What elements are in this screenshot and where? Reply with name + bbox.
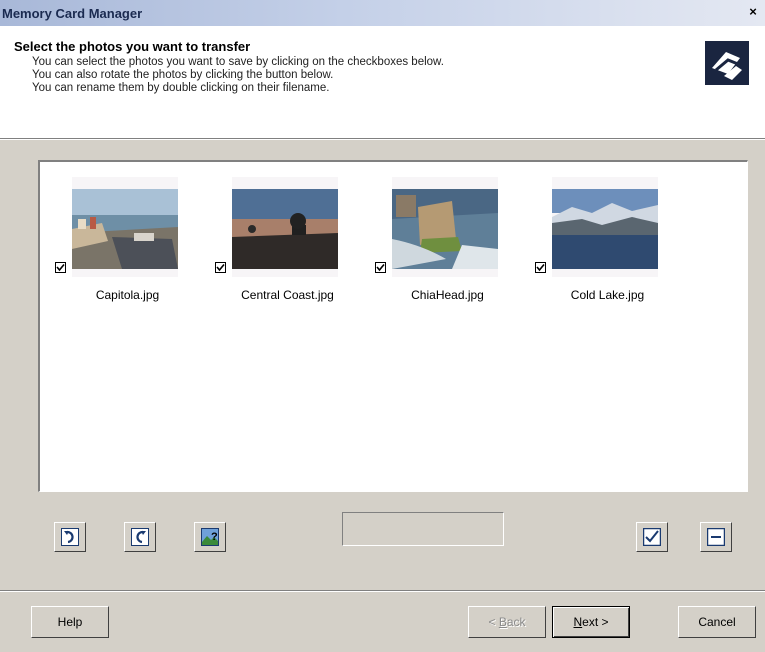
header-instruction-3: You can rename them by double clicking o… xyxy=(32,82,330,94)
photo-item[interactable]: Cold Lake.jpg xyxy=(520,172,670,312)
camera-transfer-icon xyxy=(704,40,750,86)
photo-list[interactable]: Capitola.jpg Central Coast.jpg ChiaHead.… xyxy=(38,160,748,492)
progress-box xyxy=(342,512,504,546)
photo-item[interactable]: Capitola.jpg xyxy=(40,172,190,312)
image-help-icon: ? xyxy=(201,528,219,546)
select-all-button[interactable] xyxy=(636,522,668,552)
photo-filename[interactable]: ChiaHead.jpg xyxy=(360,288,535,302)
photo-thumbnail[interactable] xyxy=(392,177,498,277)
photo-filename[interactable]: Central Coast.jpg xyxy=(200,288,375,302)
checkbox-minus-icon xyxy=(706,527,726,547)
rotate-right-button[interactable] xyxy=(124,522,156,552)
header-title: Select the photos you want to transfer xyxy=(14,39,251,54)
back-button[interactable]: < Back xyxy=(468,606,546,638)
photo-info-button[interactable]: ? xyxy=(194,522,226,552)
help-button[interactable]: Help xyxy=(31,606,109,638)
photo-thumbnail[interactable] xyxy=(232,177,338,277)
title-bar: Memory Card Manager × xyxy=(0,0,765,26)
svg-text:?: ? xyxy=(211,531,218,543)
header-instruction-1: You can select the photos you want to sa… xyxy=(32,56,444,68)
footer-separator xyxy=(0,590,765,592)
header-separator xyxy=(0,138,765,140)
photo-thumbnail[interactable] xyxy=(552,177,658,277)
rotate-left-icon xyxy=(61,528,79,546)
back-button-suffix: ack xyxy=(506,615,526,629)
photo-filename[interactable]: Capitola.jpg xyxy=(40,288,215,302)
next-button-suffix: ext > xyxy=(582,615,609,629)
rotate-right-icon xyxy=(131,528,149,546)
back-button-prefix: < xyxy=(488,615,499,629)
window-title: Memory Card Manager xyxy=(2,6,143,21)
photo-item[interactable]: ChiaHead.jpg xyxy=(360,172,510,312)
back-button-accesskey: B xyxy=(498,615,507,629)
next-button[interactable]: Next > xyxy=(552,606,630,638)
checkbox-checked-icon xyxy=(642,527,662,547)
photo-checkbox[interactable] xyxy=(55,262,66,273)
photo-checkbox[interactable] xyxy=(535,262,546,273)
photo-filename[interactable]: Cold Lake.jpg xyxy=(520,288,695,302)
rotate-left-button[interactable] xyxy=(54,522,86,552)
photo-thumbnail[interactable] xyxy=(72,177,178,277)
deselect-all-button[interactable] xyxy=(700,522,732,552)
cancel-button[interactable]: Cancel xyxy=(678,606,756,638)
wizard-header: Select the photos you want to transfer Y… xyxy=(0,26,765,138)
photo-checkbox[interactable] xyxy=(215,262,226,273)
close-button[interactable]: × xyxy=(745,4,761,20)
next-button-accesskey: N xyxy=(573,615,583,629)
photo-checkbox[interactable] xyxy=(375,262,386,273)
photo-item[interactable]: Central Coast.jpg xyxy=(200,172,350,312)
header-instruction-2: You can also rotate the photos by clicki… xyxy=(32,69,334,81)
